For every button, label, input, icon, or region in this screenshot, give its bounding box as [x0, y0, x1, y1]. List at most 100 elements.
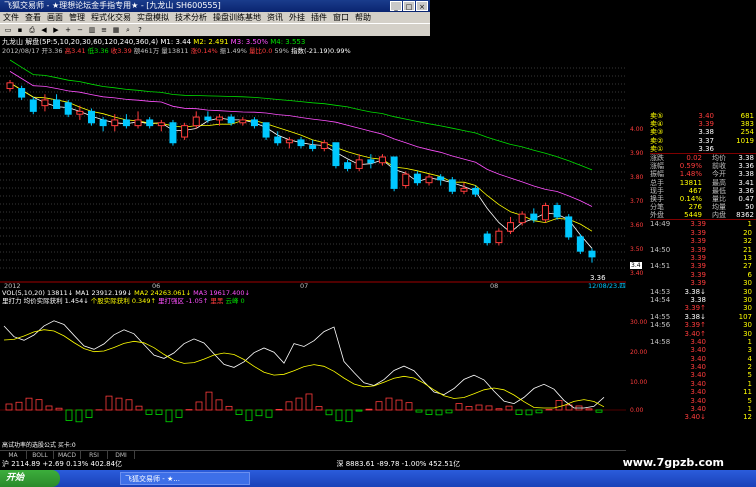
sell-price: 3.40: [698, 112, 714, 120]
menu-item-1[interactable]: 查看: [25, 12, 41, 23]
candle-body: [87, 110, 95, 124]
stat-row: 分笔 276 均量 50: [650, 203, 756, 211]
taskbar-item[interactable]: 飞狐交易师 - ★...: [120, 472, 250, 485]
indicator-bar: [35, 399, 43, 411]
close-button[interactable]: ×: [416, 1, 428, 11]
candle-body: [53, 99, 61, 110]
menu-item-2[interactable]: 画面: [47, 12, 63, 23]
menu-item-5[interactable]: 实盘模拟: [137, 12, 169, 23]
zoom-out-icon[interactable]: −: [75, 25, 85, 35]
indicator-bar: [235, 409, 243, 415]
price-tick: 3.90: [630, 150, 644, 157]
start-button[interactable]: 开始: [0, 470, 60, 487]
candlestick-chart[interactable]: 3.36 2012 06 07 08 12/08/23,四: [0, 56, 626, 288]
indicator-bar: [245, 409, 253, 422]
indicator-bar: [55, 407, 63, 411]
open-icon[interactable]: ▭: [3, 25, 13, 35]
menu-item-0[interactable]: 文件: [3, 12, 19, 23]
tab-boll[interactable]: BOLL: [27, 451, 54, 459]
stat-key-1: 外盘: [650, 211, 664, 220]
tick-vol: 30: [743, 329, 752, 338]
tick-row: 3.39 13: [650, 254, 756, 262]
tick-price: 3.40↑: [684, 329, 706, 338]
chart-icon[interactable]: ▥: [87, 25, 97, 35]
menu-item-6[interactable]: 技术分析: [175, 12, 207, 23]
tick-vol: 3: [747, 346, 752, 355]
back-icon[interactable]: ◀: [39, 25, 49, 35]
indicator-bar: [15, 401, 23, 411]
tick-time: [650, 405, 678, 413]
sz-index: 深 8883.61 -89.78 -1.00% 452.51亿: [336, 460, 461, 468]
price-axis: 4.00 3.90 3.80 3.70 3.60 3.50 3.40 3.4: [626, 112, 650, 288]
help-icon[interactable]: ?: [135, 25, 145, 35]
candle-body: [541, 205, 549, 221]
indicator-bar: [115, 397, 123, 411]
candle-body: [297, 139, 305, 147]
last-price-tag: 3.4: [630, 262, 642, 269]
forward-icon[interactable]: ▶: [51, 25, 61, 35]
menu-bar: 文件 查看 画面 管理 程式化交易 实盘模拟 技术分析 操盘训练基地 资讯 外挂 插件 窗口 帮助: [0, 12, 430, 23]
tick-price: 3.39↑: [684, 321, 706, 330]
candle-body: [6, 82, 14, 90]
indicator-bar: [225, 405, 233, 411]
candle-body: [285, 139, 293, 144]
indicator-bar: [595, 409, 603, 413]
stat-key-1: 总手: [650, 178, 664, 187]
candlestick-svg[interactable]: 3.362012 06 07 08 12/08/23,四: [0, 56, 626, 288]
candle-body: [483, 233, 491, 244]
indicator-tabs: MA BOLL MACD RSI DMI: [0, 450, 626, 459]
sh-index: 沪 2114.89 +2.69 0.13% 402.84亿: [2, 460, 123, 468]
menu-item-12[interactable]: 帮助: [355, 12, 371, 23]
info-amount: 额461万: [133, 47, 160, 55]
stat-val-2: 50: [745, 203, 754, 212]
tick-time: [650, 413, 678, 421]
grid-icon[interactable]: ▦: [111, 25, 121, 35]
price-tick: 3.80: [630, 174, 644, 181]
menu-item-8[interactable]: 资讯: [267, 12, 283, 23]
tick-vol: 12: [743, 413, 752, 422]
title-bar: 飞狐交易师 - ★理想论坛金手指专用★ - [九龙山 SH600555] _ □…: [0, 0, 430, 12]
stat-row: 涨跌 0.02 均价 3.38: [650, 154, 756, 162]
tick-time: 14:55: [650, 312, 671, 321]
menu-item-10[interactable]: 插件: [311, 12, 327, 23]
menu-item-9[interactable]: 外挂: [289, 12, 305, 23]
tab-dmi[interactable]: DMI: [108, 451, 135, 459]
indicator-svg[interactable]: 30.00 20.00 10.00 0.00: [0, 306, 650, 442]
list-icon[interactable]: ≡: [99, 25, 109, 35]
tab-rsi[interactable]: RSI: [81, 451, 108, 459]
tick-time: [650, 355, 678, 363]
indicator-bar: [435, 409, 443, 416]
search-icon[interactable]: ⌕: [123, 25, 133, 35]
info-extra: 量比0.0: [249, 47, 273, 55]
stock-name: 九龙山: [2, 38, 23, 46]
tick-time: [650, 380, 678, 388]
tick-price: 3.40↓: [684, 413, 706, 422]
tick-price: 3.39↑: [684, 304, 706, 313]
indicator-bar: [5, 403, 13, 411]
tick-row: 3.39 30: [650, 279, 756, 287]
tab-ma[interactable]: MA: [0, 451, 27, 459]
indicator-bar: [285, 401, 293, 411]
candle-body: [239, 119, 247, 124]
lower-axis-tick: 20.00: [630, 349, 647, 356]
minimize-button[interactable]: _: [390, 1, 402, 11]
tab-macd[interactable]: MACD: [54, 451, 81, 459]
sell-price: 3.37: [698, 136, 714, 145]
tick-price: 3.38: [690, 295, 706, 304]
indicator-t5: 云峰 0: [225, 297, 245, 305]
menu-item-11[interactable]: 窗口: [333, 12, 349, 23]
candle-body: [402, 173, 410, 187]
zoom-in-icon[interactable]: +: [63, 25, 73, 35]
menu-item-4[interactable]: 程式化交易: [91, 12, 131, 23]
sell-row: 卖④ 3.39 383: [650, 120, 756, 128]
indicator-bar: [135, 405, 143, 411]
indicator-chart[interactable]: 30.00 20.00 10.00 0.00: [0, 306, 650, 442]
menu-item-3[interactable]: 管理: [69, 12, 85, 23]
indicator-label: 里打力 均价实际获利 1.454↓ 个股实际获利 0.349↑ 里打强区 -1.…: [0, 297, 626, 306]
maximize-button[interactable]: □: [403, 1, 415, 11]
indicator-bar: [355, 409, 363, 412]
candle-body: [157, 122, 165, 127]
save-icon[interactable]: ▪: [15, 25, 25, 35]
menu-item-7[interactable]: 操盘训练基地: [213, 12, 261, 23]
print-icon[interactable]: ⎙: [27, 25, 37, 35]
